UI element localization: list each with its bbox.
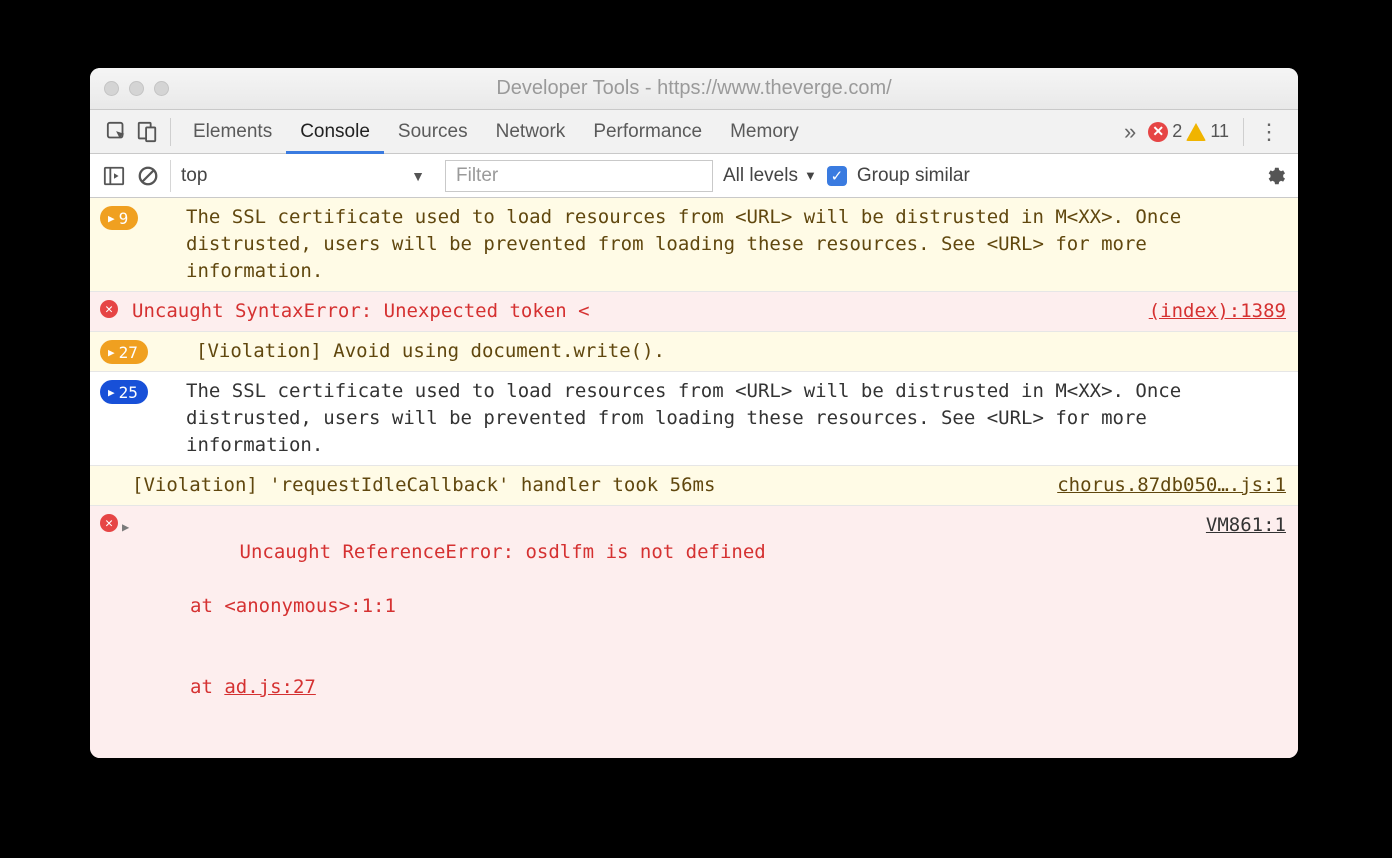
console-message: ▶25 The SSL certificate used to load res…	[90, 372, 1298, 466]
clear-console-icon[interactable]	[136, 164, 160, 188]
message-count-pill[interactable]: ▶27	[100, 340, 148, 364]
stack-frame: at ad.js:27	[148, 674, 1194, 701]
settings-menu-button[interactable]: ⋮	[1252, 119, 1286, 145]
stack-frame: at new Promise (<anonymous>)	[148, 755, 1194, 758]
divider	[170, 118, 171, 146]
expand-icon: ▶	[108, 339, 115, 366]
expand-icon: ▶	[108, 205, 115, 232]
console-message: ▶9 The SSL certificate used to load reso…	[90, 198, 1298, 292]
tab-label: Elements	[193, 121, 272, 143]
message-source-link[interactable]: (index):1389	[1137, 298, 1286, 325]
tab-label: Console	[300, 121, 370, 143]
chevron-down-icon: ▼	[804, 168, 817, 183]
message-text: Uncaught ReferenceError: osdlfm is not d…	[148, 512, 1194, 758]
error-count: 2	[1172, 121, 1182, 142]
console-message: ▶27 [Violation] Avoid using document.wri…	[90, 332, 1298, 372]
error-count-icon: ✕	[1148, 122, 1168, 142]
message-text: [Violation] Avoid using document.write()…	[196, 338, 1286, 365]
pill-count: 25	[119, 379, 138, 406]
divider	[1243, 118, 1244, 146]
group-similar-checkbox[interactable]: ✓	[827, 166, 847, 186]
tab-label: Performance	[593, 121, 702, 143]
message-source-link[interactable]: chorus.87db050….js:1	[1045, 472, 1286, 499]
pill-count: 9	[119, 205, 129, 232]
tab-network[interactable]: Network	[482, 110, 580, 153]
tab-elements[interactable]: Elements	[179, 110, 286, 153]
message-count-pill[interactable]: ▶9	[100, 206, 138, 230]
console-settings-icon[interactable]	[1264, 165, 1286, 187]
message-count-pill[interactable]: ▶25	[100, 380, 148, 404]
console-message: ✕ ▶ Uncaught ReferenceError: osdlfm is n…	[90, 506, 1298, 758]
context-value: top	[181, 165, 207, 187]
pill-count: 27	[119, 339, 138, 366]
titlebar: Developer Tools - https://www.theverge.c…	[90, 68, 1298, 110]
stack-frame: at <anonymous>:1:1	[148, 593, 1194, 620]
stack-link[interactable]: ad.js:27	[224, 676, 316, 698]
error-icon: ✕	[100, 514, 118, 532]
chevron-down-icon: ▼	[411, 168, 425, 184]
message-text: Uncaught SyntaxError: Unexpected token <	[132, 298, 1137, 325]
error-warning-status[interactable]: ✕ 2 11	[1142, 121, 1235, 142]
warning-count: 11	[1210, 121, 1229, 142]
error-icon: ✕	[100, 300, 118, 318]
message-text: The SSL certificate used to load resourc…	[186, 204, 1286, 285]
error-heading: Uncaught ReferenceError: osdlfm is not d…	[240, 541, 766, 563]
tabs-overflow-button[interactable]: »	[1118, 119, 1142, 145]
tab-sources[interactable]: Sources	[384, 110, 482, 153]
console-message: [Violation] 'requestIdleCallback' handle…	[90, 466, 1298, 506]
tab-performance[interactable]: Performance	[579, 110, 716, 153]
panel-tabs: Elements Console Sources Network Perform…	[90, 110, 1298, 154]
inspect-element-icon[interactable]	[102, 117, 132, 147]
tab-memory[interactable]: Memory	[716, 110, 813, 153]
toggle-sidebar-icon[interactable]	[102, 164, 126, 188]
tab-label: Sources	[398, 121, 468, 143]
tab-label: Memory	[730, 121, 799, 143]
context-selector[interactable]: top ▼	[170, 160, 435, 192]
warning-count-icon	[1186, 123, 1206, 141]
expand-stack-icon[interactable]: ▶	[122, 514, 129, 541]
devtools-window: Developer Tools - https://www.theverge.c…	[90, 68, 1298, 758]
group-similar-label: Group similar	[857, 165, 970, 187]
tab-label: Network	[496, 121, 566, 143]
console-output: ▶9 The SSL certificate used to load reso…	[90, 198, 1298, 758]
message-text: The SSL certificate used to load resourc…	[186, 378, 1286, 459]
device-toolbar-icon[interactable]	[132, 117, 162, 147]
message-source-link[interactable]: VM861:1	[1194, 512, 1286, 758]
levels-label: All levels	[723, 165, 798, 187]
filter-input[interactable]	[445, 160, 713, 192]
window-title: Developer Tools - https://www.theverge.c…	[90, 77, 1298, 100]
tab-console[interactable]: Console	[286, 110, 384, 153]
console-message: ✕ Uncaught SyntaxError: Unexpected token…	[90, 292, 1298, 332]
console-toolbar: top ▼ All levels ▼ ✓ Group similar	[90, 154, 1298, 198]
log-levels-selector[interactable]: All levels ▼	[723, 165, 817, 187]
message-text: [Violation] 'requestIdleCallback' handle…	[132, 472, 1045, 499]
expand-icon: ▶	[108, 379, 115, 406]
